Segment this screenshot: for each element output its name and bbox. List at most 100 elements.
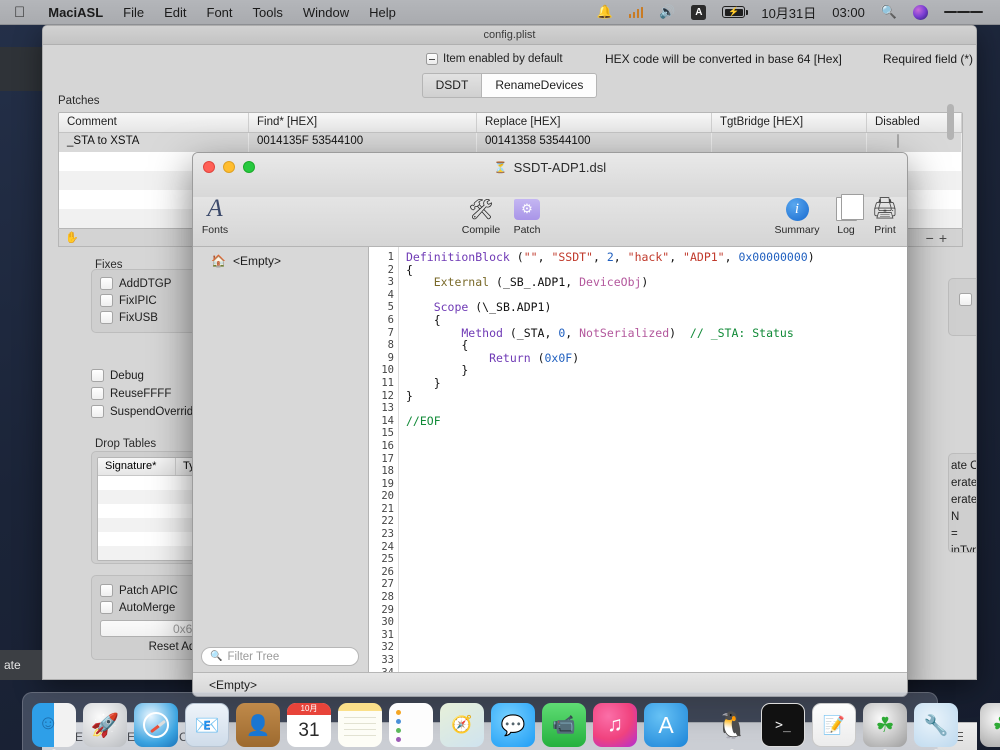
- checkbox-debug[interactable]: Debug: [91, 369, 193, 382]
- dock-item-messages[interactable]: 💬: [491, 703, 535, 747]
- code-line[interactable]: DefinitionBlock ("", "SSDT", 2, "hack", …: [400, 251, 907, 264]
- clover-info-row: Item enabled by default HEX code will be…: [43, 45, 976, 72]
- dock-item-contacts[interactable]: 👤: [236, 703, 280, 747]
- code-token: ): [572, 350, 580, 365]
- code-line[interactable]: //EOF: [400, 414, 907, 428]
- battery-charging-icon[interactable]: ⚡: [715, 6, 752, 18]
- checkbox-label: Debug: [110, 369, 144, 382]
- menu-item-font[interactable]: Font: [197, 5, 243, 20]
- code-line[interactable]: }: [400, 389, 907, 403]
- dock-item-clover-configurator[interactable]: ☘: [863, 703, 907, 750]
- checkbox-wifi[interactable]: WIFI: [949, 279, 976, 306]
- item-enabled-by-default-checkbox[interactable]: Item enabled by default: [426, 52, 563, 65]
- code-editor[interactable]: 1 2 3 4 5 6 7 8 9 10 11 12 13 14 15 16 17 18 19 20 21 22 23 24 2…: [369, 247, 907, 696]
- menu-bar-date: 10月31日: [761, 5, 817, 21]
- dock-item-textedit[interactable]: 📝: [812, 703, 856, 747]
- code-line[interactable]: [400, 553, 907, 566]
- code-line[interactable]: }: [400, 377, 907, 390]
- control-center-icon[interactable]: [937, 9, 990, 15]
- code-line[interactable]: Return (0x0F): [400, 350, 907, 365]
- dock-item-itunes[interactable]: ♫: [593, 703, 637, 747]
- input-source-icon[interactable]: A: [684, 4, 713, 20]
- volume-icon[interactable]: 🔊: [652, 4, 682, 20]
- code-line[interactable]: [400, 402, 907, 415]
- code-line[interactable]: [400, 453, 907, 466]
- menu-item-edit[interactable]: Edit: [154, 5, 196, 20]
- code-line[interactable]: [400, 515, 907, 528]
- code-line[interactable]: Scope (\_SB.ADP1): [400, 301, 907, 314]
- column-header-replace[interactable]: Replace [HEX]: [477, 113, 712, 132]
- dock-item-appstore[interactable]: A: [644, 703, 688, 747]
- apple-logo-icon[interactable]: : [0, 5, 38, 20]
- search-icon[interactable]: 🔍: [874, 4, 904, 20]
- code-line[interactable]: [400, 528, 907, 541]
- toolbar-print-button[interactable]: 🖨 Print: [855, 194, 907, 236]
- code-token: "ADP1": [683, 250, 725, 264]
- patches-add-remove-controls[interactable]: −+: [926, 230, 962, 246]
- code-line[interactable]: [400, 578, 907, 591]
- dock-item-qq[interactable]: 🐧: [710, 703, 754, 750]
- checkbox-automerge[interactable]: AutoMerge: [100, 601, 192, 614]
- dock-item-notes[interactable]: [338, 703, 382, 747]
- code-line[interactable]: [400, 427, 907, 440]
- column-header-comment[interactable]: Comment: [59, 113, 249, 132]
- code-line[interactable]: [400, 503, 907, 516]
- dock-item-safari[interactable]: [134, 703, 178, 747]
- dock-item-maciasl[interactable]: ☘: [980, 703, 1000, 747]
- dock-item-facetime[interactable]: 📹: [542, 703, 586, 747]
- notification-bell-icon[interactable]: 🔔: [589, 4, 619, 20]
- filter-tree-input[interactable]: 🔍 Filter Tree: [201, 647, 359, 666]
- code-line[interactable]: Method (_STA, 0, NotSerialized) // _STA:…: [400, 326, 907, 340]
- dock-item-mail[interactable]: 📧: [185, 703, 229, 747]
- dock-item-terminal[interactable]: >_: [761, 703, 805, 747]
- code-line[interactable]: [400, 465, 907, 478]
- tree-root-item[interactable]: 🏠 <Empty>: [193, 247, 368, 268]
- line-number: 27: [381, 578, 394, 591]
- code-line[interactable]: [400, 641, 907, 654]
- menu-item-help[interactable]: Help: [359, 5, 406, 20]
- dock-item-calendar[interactable]: 10月 31: [287, 703, 331, 747]
- code-line[interactable]: [400, 490, 907, 503]
- code-line[interactable]: [400, 654, 907, 667]
- column-header-tgtbridge[interactable]: TgtBridge [HEX]: [712, 113, 867, 132]
- toolbar-fonts-button[interactable]: A Fonts: [193, 194, 245, 236]
- checkbox-patch-apic[interactable]: Patch APIC: [100, 584, 192, 597]
- signal-bars-icon[interactable]: [622, 6, 651, 18]
- patches-scrollbar[interactable]: [947, 104, 954, 140]
- dock-item-reminders[interactable]: [389, 703, 433, 747]
- code-line[interactable]: [400, 440, 907, 453]
- menu-item-tools[interactable]: Tools: [243, 5, 293, 20]
- table-row[interactable]: _STA to XSTA 0014135F 53544100 00141358 …: [59, 133, 962, 152]
- row-disabled-checkbox[interactable]: [897, 134, 899, 148]
- clover-title-bar[interactable]: config.plist: [43, 26, 976, 45]
- dock-item-hackintool[interactable]: 🔧: [914, 703, 958, 750]
- dock-item-launchpad[interactable]: 🚀: [83, 703, 127, 747]
- code-content[interactable]: DefinitionBlock ("", "SSDT", 2, "hack", …: [400, 247, 907, 696]
- maciasl-title-bar[interactable]: ⏳ SSDT-ADP1.dsl: [193, 153, 907, 197]
- code-line[interactable]: }: [400, 364, 907, 377]
- checkbox-fixusb[interactable]: FixUSB: [100, 311, 195, 324]
- drag-hand-icon[interactable]: ✋: [59, 231, 79, 244]
- column-header-signature[interactable]: Signature*: [98, 458, 176, 475]
- menu-item-app[interactable]: MaciASL: [38, 5, 113, 20]
- checkbox-adddtgp[interactable]: AddDTGP: [100, 277, 195, 290]
- code-line[interactable]: [400, 591, 907, 604]
- code-line[interactable]: [400, 541, 907, 554]
- toolbar-patch-button[interactable]: ⚙ Patch: [497, 194, 557, 236]
- siri-icon[interactable]: [906, 4, 935, 20]
- code-line[interactable]: External (_SB_.ADP1, DeviceObj): [400, 276, 907, 289]
- checkbox-reuseffff[interactable]: ReuseFFFF: [91, 387, 193, 400]
- column-header-find[interactable]: Find* [HEX]: [249, 113, 477, 132]
- dock-item-finder[interactable]: ☺: [32, 703, 76, 750]
- code-line[interactable]: [400, 616, 907, 629]
- code-line[interactable]: [400, 566, 907, 579]
- dock-item-maps[interactable]: 🧭: [440, 703, 484, 747]
- code-line[interactable]: [400, 478, 907, 491]
- menu-item-window[interactable]: Window: [293, 5, 359, 20]
- checkbox-fixipic[interactable]: FixIPIC: [100, 294, 195, 307]
- code-line[interactable]: [400, 604, 907, 617]
- checkbox-icon: [100, 277, 113, 290]
- checkbox-suspendoverride[interactable]: SuspendOverride: [91, 405, 200, 418]
- code-line[interactable]: [400, 629, 907, 642]
- menu-item-file[interactable]: File: [113, 5, 154, 20]
